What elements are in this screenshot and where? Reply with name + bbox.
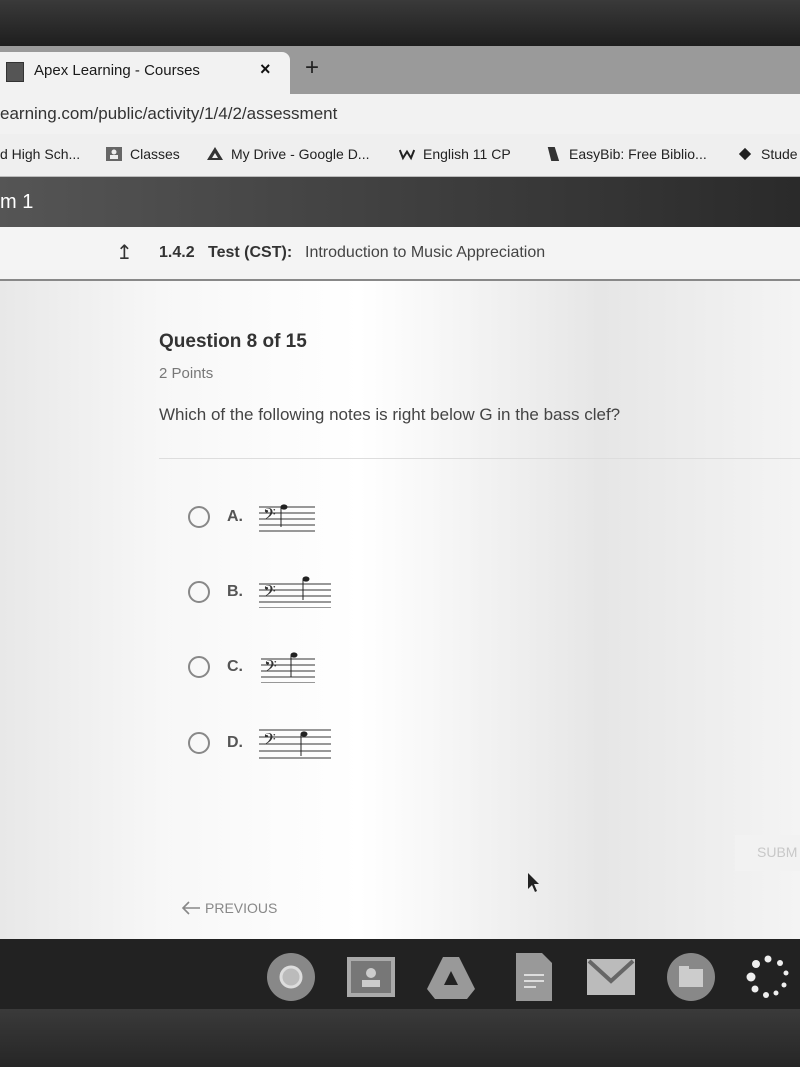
monitor-bottom-bezel [0, 1009, 800, 1067]
bass-clef-icon: 𝄢 [263, 729, 276, 753]
option-label: A. [227, 508, 243, 525]
radio-button[interactable] [188, 732, 210, 754]
answer-option-b[interactable]: B. 𝄢 [188, 576, 335, 608]
previous-button[interactable]: PREVIOUS [181, 900, 277, 916]
question-title: Question 8 of 15 [159, 331, 307, 352]
bookmark-label: My Drive - Google D... [231, 146, 370, 162]
bookmark-label: English 11 CP [423, 146, 511, 162]
files-icon[interactable] [667, 953, 715, 1001]
course-header: m 1 [0, 177, 800, 227]
radio-button[interactable] [188, 581, 210, 603]
launcher-icon[interactable] [744, 953, 792, 1001]
answer-option-a[interactable]: A. 𝄢 [188, 502, 321, 532]
submit-label: SUBM [757, 844, 798, 860]
question-text: Which of the following notes is right be… [159, 405, 621, 424]
option-label: D. [227, 734, 243, 751]
bookmark-high-school[interactable]: d High Sch... [0, 146, 80, 162]
activity-type: Test (CST): [208, 244, 293, 261]
bass-clef-icon: 𝄢 [263, 581, 276, 605]
bass-clef-staff-b: 𝄢 [259, 576, 331, 608]
note-head [290, 652, 298, 658]
note-head [300, 731, 308, 737]
easybib-icon [547, 147, 560, 161]
monitor-top-bezel [0, 0, 800, 46]
google-drive-icon [207, 147, 223, 160]
bass-clef-staff-d: 𝄢 [259, 729, 331, 759]
address-bar[interactable]: earning.com/public/activity/1/4/2/assess… [0, 94, 800, 134]
google-classroom-icon [106, 147, 122, 161]
mouse-cursor-icon [528, 873, 539, 892]
radio-button[interactable] [188, 506, 210, 528]
os-shelf [0, 939, 800, 1009]
breadcrumb: ↥ 1.4.2 Test (CST): Introduction to Musi… [0, 227, 800, 281]
divider [159, 458, 800, 459]
note-head [302, 576, 310, 582]
google-drive-icon[interactable] [427, 953, 475, 1001]
google-classroom-icon[interactable] [347, 953, 395, 1001]
activity-name: Introduction to Music Appreciation [305, 244, 546, 261]
gmail-icon[interactable] [587, 953, 635, 1001]
chrome-icon[interactable] [267, 953, 315, 1001]
bookmark-label: Stude [761, 146, 798, 162]
question-points: 2 Points [159, 365, 214, 382]
answer-option-c[interactable]: C. 𝄢 [188, 652, 321, 683]
bookmark-label: d High Sch... [0, 146, 81, 162]
browser-tab-strip: Apex Learning - Courses × + [0, 46, 800, 94]
new-tab-button[interactable]: + [305, 56, 319, 80]
course-title: m 1 [0, 191, 34, 213]
option-label: B. [227, 583, 243, 600]
tab-close-icon[interactable]: × [260, 59, 271, 80]
bass-clef-staff-a: 𝄢 [259, 504, 315, 532]
apex-favicon-icon [6, 62, 24, 82]
option-label: C. [227, 658, 243, 675]
bookmark-label: EasyBib: Free Biblio... [569, 146, 707, 162]
bass-clef-staff-c: 𝄢 [261, 652, 315, 683]
bookmark-my-drive[interactable]: My Drive - Google D... [207, 146, 369, 162]
bookmark-student[interactable]: Stude [737, 146, 798, 162]
weebly-icon [399, 149, 415, 161]
arrow-up-icon[interactable]: ↥ [116, 240, 133, 265]
bookmark-label: Classes [130, 146, 180, 162]
url-text[interactable]: earning.com/public/activity/1/4/2/assess… [0, 104, 337, 124]
note-head [280, 504, 288, 510]
google-docs-icon[interactable] [510, 953, 558, 1001]
arrow-left-icon [181, 901, 200, 915]
bass-clef-icon: 𝄢 [264, 656, 277, 680]
activity-number: 1.4.2 [159, 244, 195, 261]
bass-clef-icon: 𝄢 [263, 504, 276, 528]
answer-option-d[interactable]: D. 𝄢 [188, 728, 335, 759]
bookmark-classes[interactable]: Classes [106, 146, 180, 162]
submit-button[interactable]: SUBM [735, 835, 800, 871]
bookmark-easybib[interactable]: EasyBib: Free Biblio... [545, 146, 707, 162]
bookmarks-bar: d High Sch... Classes My Drive - Google … [0, 134, 800, 177]
tab-title: Apex Learning - Courses [34, 62, 200, 79]
bookmark-english-11[interactable]: English 11 CP [399, 146, 511, 162]
previous-label: PREVIOUS [205, 900, 278, 916]
assessment-content: Question 8 of 15 2 Points Which of the f… [0, 281, 800, 939]
browser-tab[interactable]: Apex Learning - Courses × [0, 52, 290, 94]
diamond-icon [738, 147, 752, 161]
radio-button[interactable] [188, 656, 210, 678]
